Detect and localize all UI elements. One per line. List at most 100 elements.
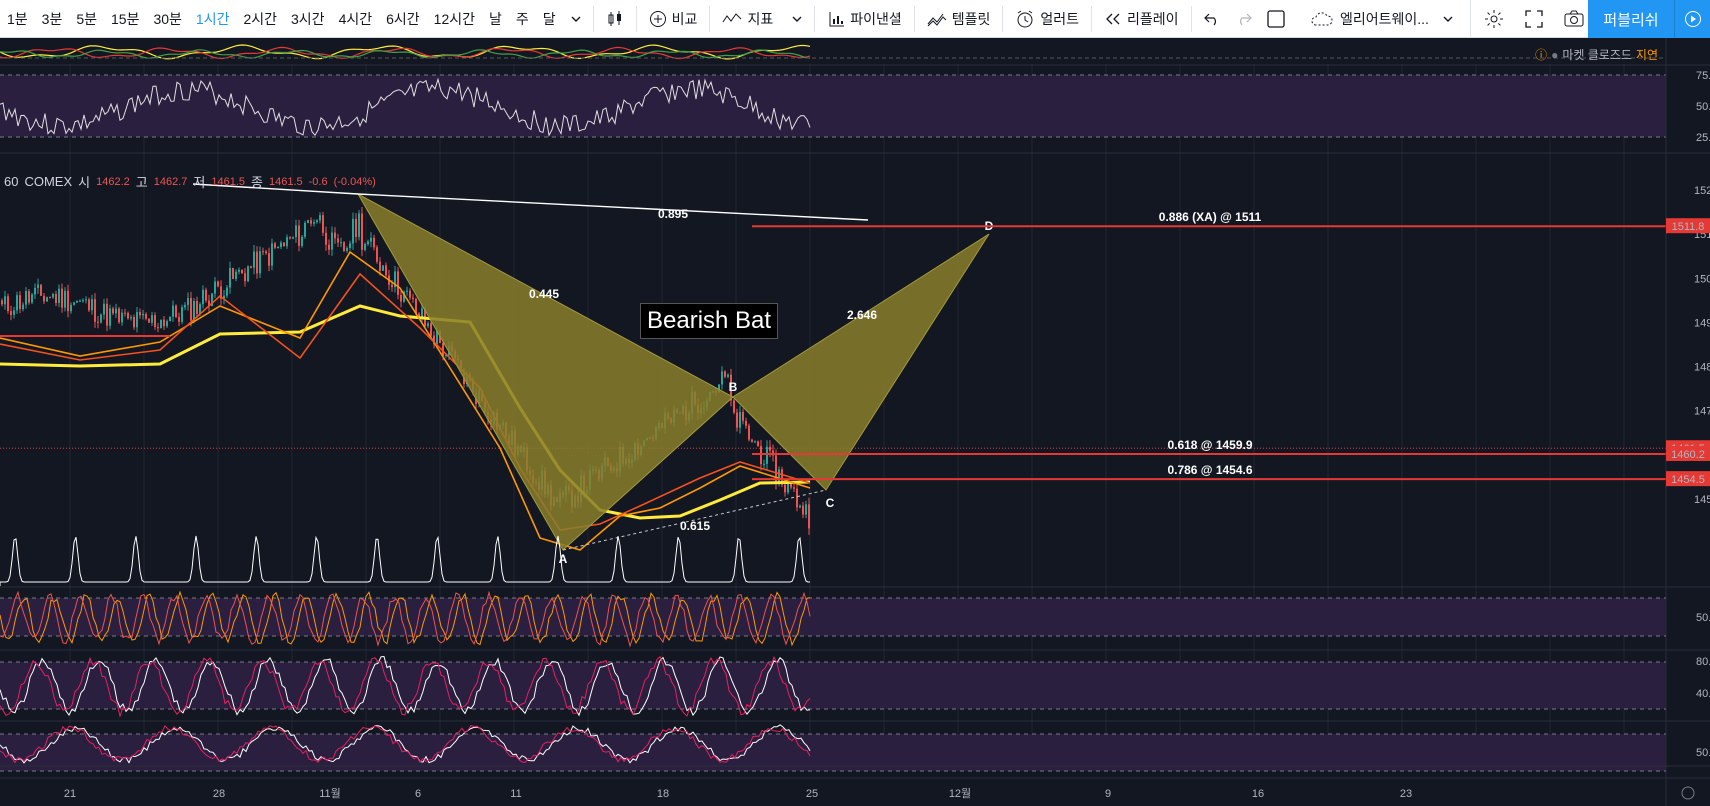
indicators-icon <box>723 12 742 22</box>
candle-body <box>61 288 63 308</box>
candle-body <box>97 321 99 323</box>
candle-body <box>304 222 306 237</box>
legend-close: 1461.5 <box>268 175 303 188</box>
candle-body <box>796 488 798 508</box>
candle-body <box>91 299 93 311</box>
fullscreen-button[interactable] <box>1514 0 1554 38</box>
interval-2[interactable]: 5분 <box>69 0 104 38</box>
settings-button[interactable] <box>1474 0 1514 38</box>
replay-button[interactable]: 리플레이 <box>1096 0 1187 38</box>
osc3-band <box>0 734 1666 771</box>
candle-body <box>808 504 810 529</box>
candle-body <box>292 237 294 239</box>
legend-low-label: 저 <box>193 175 206 190</box>
candle-body <box>22 304 24 310</box>
interval-dropdown-button[interactable] <box>563 0 589 38</box>
fib-level-label: 0.886 (XA) @ 1511 <box>1159 210 1262 224</box>
interval-3[interactable]: 15분 <box>104 0 146 38</box>
interval-9[interactable]: 6시간 <box>379 0 427 38</box>
candle-body <box>178 316 180 322</box>
indicators-button[interactable]: 지표 <box>714 0 810 38</box>
candle-body <box>58 288 60 303</box>
candle-body <box>127 312 129 319</box>
interval-7[interactable]: 3시간 <box>284 0 332 38</box>
candle-body <box>103 303 105 315</box>
candle-body <box>40 284 42 296</box>
templates-button[interactable]: 템플릿 <box>919 0 999 38</box>
candle-body <box>262 251 264 253</box>
candle-body <box>385 265 387 276</box>
candle-body <box>328 244 330 250</box>
candle-body <box>118 308 120 323</box>
candle-body <box>85 299 87 301</box>
candle-body <box>352 218 354 244</box>
undo-button[interactable] <box>1196 0 1228 38</box>
candle-body <box>217 281 219 287</box>
pattern-title[interactable]: Bearish Bat <box>640 303 779 339</box>
candle-body <box>154 315 156 327</box>
candle-body <box>802 505 804 515</box>
top-indicator-pane <box>0 38 1666 64</box>
publish-button[interactable]: 퍼블리쉬 <box>1588 0 1674 38</box>
candle-body <box>10 311 12 315</box>
rsi-tick-label: 50.00 <box>1696 101 1710 113</box>
interval-0[interactable]: 1분 <box>0 0 35 38</box>
layout-select[interactable]: 엘리어트웨이... <box>1304 0 1459 38</box>
ratio-abc: 0.615 <box>680 519 710 533</box>
candle-body <box>337 238 339 243</box>
camera-icon <box>1564 10 1584 27</box>
candle-body <box>175 305 177 317</box>
divider <box>1002 5 1004 32</box>
financials-button[interactable]: 파이낸셜 <box>819 0 910 38</box>
candle-body <box>757 441 759 447</box>
candle-body <box>322 215 324 233</box>
interval-13[interactable]: 달 <box>536 0 563 38</box>
delay-badge: 지연 <box>1635 48 1658 62</box>
price-tick-label: 1470.0 <box>1694 406 1710 418</box>
candle-body <box>202 289 204 305</box>
candle-body <box>190 298 192 321</box>
square-icon <box>1267 10 1285 28</box>
plus-circle-icon <box>649 10 666 27</box>
chart-style-button[interactable] <box>598 0 632 38</box>
interval-8[interactable]: 4시간 <box>332 0 380 38</box>
price-tick-label: 1500.0 <box>1694 273 1710 285</box>
interval-12[interactable]: 주 <box>509 0 536 38</box>
candle-body <box>136 312 138 328</box>
interval-5[interactable]: 1시간 <box>189 0 237 38</box>
interval-4[interactable]: 30분 <box>146 0 188 38</box>
pattern-bcd-triangle <box>732 233 990 491</box>
axis-settings-icon <box>1681 786 1695 800</box>
alert-button[interactable]: 얼러트 <box>1007 0 1087 38</box>
candle-body <box>787 483 789 493</box>
candle-body <box>49 297 51 299</box>
chart-area[interactable]: 75.0050.0025.000.8950.4452.6460.615ABCD0… <box>0 38 1710 806</box>
fullscreen-icon <box>1525 10 1543 28</box>
candle-body <box>742 411 744 421</box>
candle-body <box>751 439 753 442</box>
divider <box>709 5 711 32</box>
candle-body <box>733 400 735 413</box>
play-circle-icon <box>1684 11 1701 27</box>
candle-body <box>247 266 249 282</box>
gear-icon <box>1485 10 1503 28</box>
candle-body <box>739 411 741 428</box>
candle-body <box>187 298 189 305</box>
redo-button[interactable] <box>1228 0 1260 38</box>
candle-body <box>130 317 132 319</box>
interval-10[interactable]: 12시간 <box>427 0 482 38</box>
chevron-down-icon <box>792 16 802 22</box>
candle-body <box>79 300 81 302</box>
candle-body <box>1 300 3 305</box>
candle-body <box>34 287 36 295</box>
compare-button[interactable]: 비교 <box>641 0 706 38</box>
price-tag-label: 1454.5 <box>1671 474 1705 486</box>
interval-1[interactable]: 3분 <box>35 0 70 38</box>
interval-11[interactable]: 날 <box>482 0 509 38</box>
candle-body <box>400 294 402 302</box>
time-tick-label: 11월 <box>319 787 341 800</box>
interval-6[interactable]: 2시간 <box>236 0 284 38</box>
publish-more-button[interactable] <box>1674 0 1710 38</box>
candle-body <box>193 301 195 321</box>
select-tool-button[interactable] <box>1266 0 1286 38</box>
